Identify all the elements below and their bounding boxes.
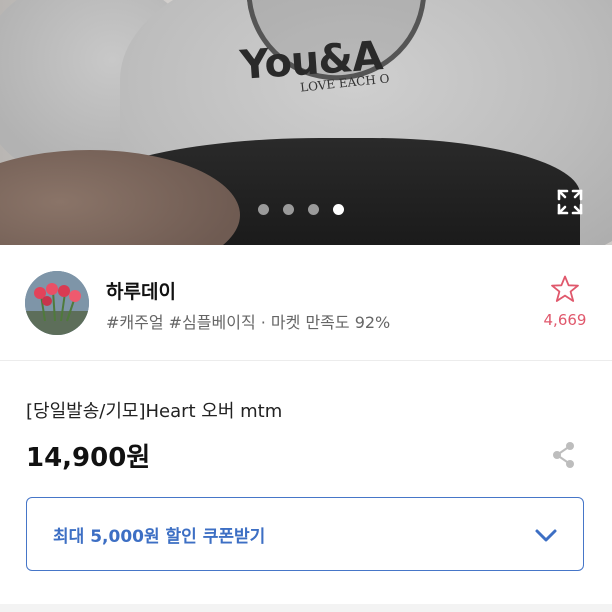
expand-icon[interactable] <box>554 186 586 218</box>
chevron-down-icon <box>533 522 559 548</box>
product-price: 14,900원 <box>26 443 151 473</box>
section-divider <box>0 604 612 612</box>
coupon-button[interactable]: 최대 5,000원 할인 쿠폰받기 <box>26 497 584 571</box>
seller-name[interactable]: 하루데이 <box>106 277 176 304</box>
gallery-dot[interactable] <box>283 204 294 215</box>
favorite-button[interactable]: 4,669 <box>538 275 592 329</box>
gallery-pagination <box>258 204 344 215</box>
share-icon[interactable] <box>550 440 578 470</box>
seller-info[interactable]: 하루데이 #캐주얼 #심플베이직 · 마켓 만족도 92% 4,669 <box>0 245 612 361</box>
gallery-dot[interactable] <box>308 204 319 215</box>
gallery-dot[interactable] <box>258 204 269 215</box>
coupon-label: 최대 5,000원 할인 쿠폰받기 <box>53 527 266 547</box>
star-outline-icon <box>551 275 579 302</box>
gallery-dot-active[interactable] <box>333 204 344 215</box>
favorite-count: 4,669 <box>543 311 587 329</box>
seller-tags: #캐주얼 #심플베이직 · 마켓 만족도 92% <box>106 313 391 332</box>
seller-avatar[interactable] <box>25 271 89 335</box>
product-title: [당일발송/기모]Heart 오버 mtm <box>26 401 283 422</box>
product-photo-gallery[interactable]: You&A LOVE EACH O <box>0 0 612 245</box>
